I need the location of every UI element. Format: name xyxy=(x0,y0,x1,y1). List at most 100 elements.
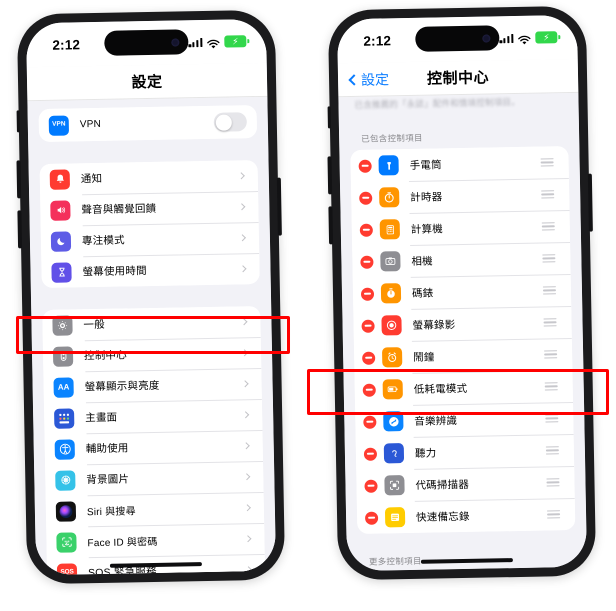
control-row-quick-note[interactable]: 快速備忘錄 xyxy=(356,497,576,534)
settings-row-accessibility[interactable]: 輔助使用 xyxy=(44,429,264,465)
drag-handle[interactable] xyxy=(546,509,561,519)
drag-handle[interactable] xyxy=(546,477,560,487)
drag-handle[interactable] xyxy=(545,413,559,423)
calculator-icon xyxy=(379,219,401,240)
drag-handle[interactable] xyxy=(544,381,558,391)
drag-handle[interactable] xyxy=(542,285,557,295)
control-row-calculator[interactable]: 計算機 xyxy=(351,210,571,247)
settings-row-wallpaper[interactable]: 背景圖片 xyxy=(45,460,264,496)
control-row-timer[interactable]: 計時器 xyxy=(350,178,570,215)
control-center-scroll-area[interactable]: 已含推薦的「永誌」配件和情境控制項目。 已包含控制項目 手電筒 計時器 計算機 … xyxy=(338,92,588,572)
settings-scroll-area[interactable]: VPN VPN 通知 聲音與觸覺回饋 專注模式 螢幕使用時間 一般 控制中心 A… xyxy=(27,96,277,576)
accessibility-icon xyxy=(54,438,75,460)
screen-right: 2:12 ⚡ 設定 控制中心 已含推薦的「永誌」配件和情境控制項目。 已包含控制… xyxy=(336,14,588,572)
focus-moon-icon xyxy=(50,230,72,252)
control-label: 計時器 xyxy=(410,190,443,204)
siri-icon xyxy=(55,500,77,522)
control-label: 低耗電模式 xyxy=(413,382,468,396)
settings-row-general[interactable]: 一般 xyxy=(42,306,261,341)
control-label: 手電筒 xyxy=(409,158,442,172)
control-row-screen-record[interactable]: 螢幕錄影 xyxy=(353,306,572,342)
settings-row-label: 螢幕使用時間 xyxy=(82,265,147,279)
drag-handle[interactable] xyxy=(545,445,559,455)
control-center-icon xyxy=(52,345,74,367)
settings-row-home-screen[interactable]: 主畫面 xyxy=(43,398,263,434)
screen-left: 2:12 ⚡ 設定 VPN VPN 通知 聲音與觸覺回饋 專注模式 螢幕使用時間… xyxy=(25,18,277,576)
remove-control-button[interactable] xyxy=(359,191,373,205)
settings-row-screen-time[interactable]: 螢幕使用時間 xyxy=(41,253,260,288)
vpn-toggle[interactable] xyxy=(213,112,247,132)
remove-control-button[interactable] xyxy=(359,223,373,237)
control-label: 快速備忘錄 xyxy=(415,510,470,524)
control-label: 音樂辨識 xyxy=(414,414,458,428)
chevron-right-icon xyxy=(244,535,252,543)
settings-row-siri-search[interactable]: Siri 與搜尋 xyxy=(45,491,265,527)
battery-charging-icon: ⚡ xyxy=(535,31,558,44)
drag-handle[interactable] xyxy=(540,158,554,167)
remove-control-button[interactable] xyxy=(360,287,375,301)
control-row-stopwatch[interactable]: 碼錶 xyxy=(352,274,572,310)
power-button[interactable] xyxy=(276,177,282,236)
volume-down-button[interactable] xyxy=(328,206,334,245)
chevron-right-icon xyxy=(240,318,248,326)
remove-control-button[interactable] xyxy=(363,415,377,429)
remove-control-button[interactable] xyxy=(362,351,376,365)
settings-row-display-brightness[interactable]: AA 螢幕顯示與亮度 xyxy=(43,367,262,403)
volume-down-button[interactable] xyxy=(17,210,23,249)
remove-control-button[interactable] xyxy=(364,511,379,525)
control-label: 計算機 xyxy=(410,222,444,236)
settings-row-focus[interactable]: 專注模式 xyxy=(40,222,260,258)
chevron-left-icon xyxy=(348,73,360,86)
volume-up-button[interactable] xyxy=(16,160,22,199)
chevron-right-icon xyxy=(241,349,249,357)
cellular-signal-icon xyxy=(499,33,514,44)
control-row-camera[interactable]: 相機 xyxy=(352,242,571,279)
drag-handle[interactable] xyxy=(543,317,557,327)
screen-time-hourglass-icon xyxy=(51,261,72,283)
alarm-clock-icon xyxy=(381,347,403,368)
remove-control-button[interactable] xyxy=(361,319,375,333)
settings-row-notifications[interactable]: 通知 xyxy=(39,160,259,196)
remove-control-button[interactable] xyxy=(363,447,378,461)
control-row-music-recognition[interactable]: 音樂辨識 xyxy=(355,401,574,438)
sos-icon-text: SOS xyxy=(60,568,74,576)
control-row-flashlight[interactable]: 手電筒 xyxy=(350,146,569,183)
control-label: 鬧鐘 xyxy=(413,351,435,364)
status-indicators: ⚡ xyxy=(188,35,247,48)
control-label: 螢幕錄影 xyxy=(412,318,456,332)
settings-row-label: 螢幕顯示與亮度 xyxy=(84,379,160,394)
silent-switch[interactable] xyxy=(16,110,20,133)
settings-row-sounds-haptics[interactable]: 聲音與觸覺回饋 xyxy=(40,191,259,227)
control-row-low-power-mode[interactable]: 低耗電模式 xyxy=(354,369,574,406)
settings-row-face-id[interactable]: Face ID 與密碼 xyxy=(46,522,265,558)
drag-handle[interactable] xyxy=(541,190,555,199)
remove-control-button[interactable] xyxy=(364,479,378,493)
settings-row-label: 聲音與觸覺回饋 xyxy=(81,202,157,217)
control-row-hearing[interactable]: 聽力 xyxy=(355,433,575,470)
control-row-code-scanner[interactable]: 代碼掃描器 xyxy=(356,465,575,502)
display-brightness-aa-icon: AA xyxy=(53,376,74,398)
settings-row-control-center[interactable]: 控制中心 xyxy=(42,336,262,372)
chevron-right-icon xyxy=(237,172,245,180)
wallpaper-icon xyxy=(55,469,76,491)
back-button[interactable]: 設定 xyxy=(348,69,389,90)
settings-row-label: 主畫面 xyxy=(85,411,118,425)
control-row-alarm[interactable]: 鬧鐘 xyxy=(353,337,573,374)
wifi-icon xyxy=(206,36,220,48)
volume-up-button[interactable] xyxy=(327,156,333,195)
remove-control-button[interactable] xyxy=(362,383,376,397)
remove-control-button[interactable] xyxy=(360,255,374,269)
chevron-right-icon xyxy=(243,473,251,481)
wifi-icon xyxy=(517,32,531,44)
toggle-knob xyxy=(215,114,232,131)
drag-handle[interactable] xyxy=(542,254,556,263)
settings-row-vpn[interactable]: VPN VPN xyxy=(38,105,258,143)
settings-row-label: 背景圖片 xyxy=(86,473,130,487)
drag-handle[interactable] xyxy=(541,222,555,231)
power-button[interactable] xyxy=(587,173,593,232)
silent-switch[interactable] xyxy=(327,106,331,129)
remove-control-button[interactable] xyxy=(358,159,372,173)
drag-handle[interactable] xyxy=(544,349,558,359)
sound-haptics-icon xyxy=(50,199,71,221)
timer-icon xyxy=(379,187,400,208)
